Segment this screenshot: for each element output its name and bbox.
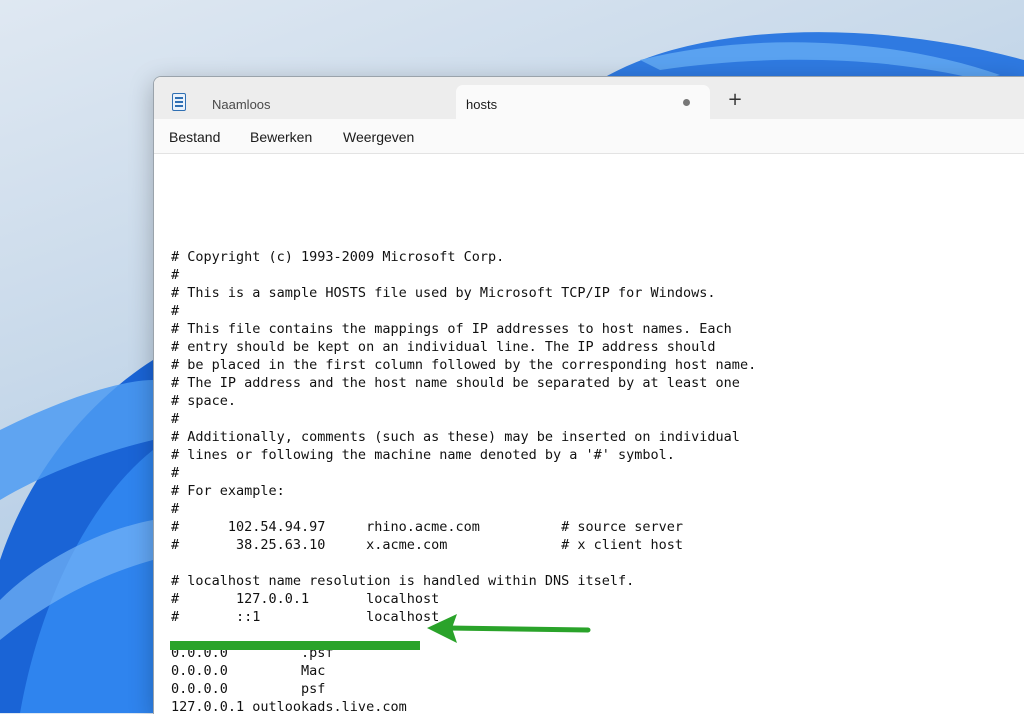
menu-bewerken[interactable]: Bewerken [250,129,312,145]
editor-line: # [171,465,180,481]
menu-bar: Bestand Bewerken Weergeven [154,119,1024,154]
tab-naamloos[interactable]: Naamloos [202,85,452,119]
editor-line: 0.0.0.0 Mac [171,663,326,679]
editor-line: # [171,501,180,517]
editor-line: # localhost name resolution is handled w… [171,573,635,589]
editor-line: # Additionally, comments (such as these)… [171,429,740,445]
editor-line: # lines or following the machine name de… [171,447,675,463]
editor-line: # entry should be kept on an individual … [171,339,716,355]
editor-line: # [171,303,180,319]
editor-line: # be placed in the first column followed… [171,357,757,373]
editor-line: # 38.25.63.10 x.acme.com # x client host [171,537,684,553]
editor-line: # ::1 localhost [171,609,440,625]
editor-line: 0.0.0.0 .psf [171,645,334,661]
tab-label: Naamloos [212,97,271,112]
editor-line: # 102.54.94.97 rhino.acme.com # source s… [171,519,684,535]
menu-bestand[interactable]: Bestand [169,129,220,145]
text-editor[interactable]: # Copyright (c) 1993-2009 Microsoft Corp… [154,154,1024,714]
editor-line: # Copyright (c) 1993-2009 Microsoft Corp… [171,249,505,265]
notepad-icon [172,93,186,111]
unsaved-dot-icon[interactable] [683,99,690,106]
editor-line: # [171,411,180,427]
editor-line: # This file contains the mappings of IP … [171,321,732,337]
editor-line: # The IP address and the host name shoul… [171,375,740,391]
editor-line-highlighted: 127.0.0.1 outlookads.live.com [171,699,407,714]
tab-label: hosts [466,97,498,112]
notepad-window: Naamloos hosts + Bestand Bewerken Weerge… [153,76,1024,714]
editor-line: # [171,267,180,283]
tab-bar: Naamloos hosts + [154,77,1024,119]
editor-line: # 127.0.0.1 localhost [171,591,440,607]
menu-weergeven[interactable]: Weergeven [343,129,414,145]
plus-icon[interactable]: + [724,89,746,111]
tab-hosts[interactable]: hosts [456,85,710,119]
editor-line: # For example: [171,483,285,499]
editor-line: # This is a sample HOSTS file used by Mi… [171,285,716,301]
editor-line: 0.0.0.0 psf [171,681,326,697]
editor-line: # space. [171,393,237,409]
